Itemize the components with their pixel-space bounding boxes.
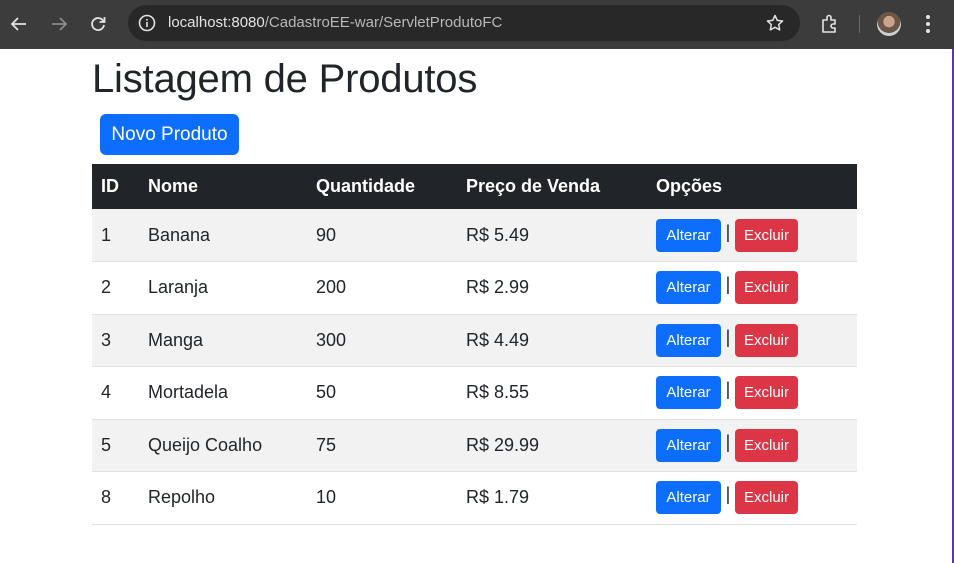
header-preco: Preço de Venda: [466, 176, 601, 196]
site-info-icon[interactable]: [138, 14, 156, 32]
cell-opcoes: Alterar | Excluir: [647, 209, 857, 262]
table-row: 4 Mortadela 50 R$ 8.55 Alterar | Excluir: [92, 366, 857, 420]
header-id: ID: [101, 176, 119, 196]
new-product-button[interactable]: Novo Produto: [100, 114, 239, 155]
cell-quantidade: 90: [316, 224, 337, 245]
header-opcoes: Opções: [656, 176, 723, 196]
cell-opcoes: Alterar | Excluir: [647, 419, 857, 472]
reload-icon[interactable]: [86, 12, 110, 36]
table-header-row: ID Nome Quantidade Preço de Venda Opções: [92, 164, 857, 209]
alterar-button[interactable]: Alterar: [656, 481, 721, 515]
cell-opcoes: Alterar | Excluir: [647, 314, 857, 367]
bookmark-star-icon[interactable]: [765, 13, 785, 33]
options-separator: |: [725, 484, 731, 505]
header-nome: Nome: [148, 176, 199, 196]
cell-nome: Repolho: [148, 487, 216, 508]
profile-avatar[interactable]: [877, 12, 901, 36]
url-path: /CadastroEE-war/ServletProdutoFC: [264, 14, 503, 31]
cell-id: 3: [101, 329, 112, 350]
excluir-button[interactable]: Excluir: [735, 323, 798, 357]
cell-id: 2: [101, 277, 112, 298]
alterar-button[interactable]: Alterar: [656, 271, 721, 305]
menu-kebab-icon[interactable]: [918, 12, 938, 36]
browser-toolbar: localhost:8080/CadastroEE-war/ServletPro…: [0, 0, 954, 49]
excluir-button[interactable]: Excluir: [735, 271, 798, 305]
cell-quantidade: 75: [316, 434, 337, 455]
table-row: 8 Repolho 10 R$ 1.79 Alterar | Excluir: [92, 471, 857, 525]
options-separator: |: [725, 326, 731, 347]
forward-arrow-icon[interactable]: [47, 12, 71, 36]
extensions-icon[interactable]: [819, 13, 841, 35]
excluir-button[interactable]: Excluir: [735, 428, 798, 462]
cell-quantidade: 10: [316, 487, 337, 508]
table-row: 2 Laranja 200 R$ 2.99 Alterar | Excluir: [92, 261, 857, 315]
cell-id: 1: [101, 224, 112, 245]
toolbar-divider: [859, 15, 860, 33]
back-arrow-icon[interactable]: [7, 12, 31, 36]
header-quantidade: Quantidade: [316, 176, 416, 196]
cell-opcoes: Alterar | Excluir: [647, 262, 857, 315]
excluir-button[interactable]: Excluir: [735, 376, 798, 410]
alterar-button[interactable]: Alterar: [656, 376, 721, 410]
address-bar[interactable]: localhost:8080/CadastroEE-war/ServletPro…: [128, 5, 800, 41]
cell-opcoes: Alterar | Excluir: [647, 367, 857, 420]
table-row: 5 Queijo Coalho 75 R$ 29.99 Alterar | Ex…: [92, 419, 857, 472]
cell-id: 5: [101, 434, 112, 455]
cell-preco: R$ 1.79: [466, 487, 530, 508]
cell-nome: Banana: [148, 224, 211, 245]
alterar-button[interactable]: Alterar: [656, 428, 721, 462]
url-text: localhost:8080/CadastroEE-war/ServletPro…: [168, 14, 502, 32]
table-row: 3 Manga 300 R$ 4.49 Alterar | Excluir: [92, 314, 857, 367]
alterar-button[interactable]: Alterar: [656, 323, 721, 357]
cell-preco: R$ 8.55: [466, 382, 530, 403]
options-separator: |: [725, 221, 731, 242]
cell-preco: R$ 4.49: [466, 329, 530, 350]
cell-nome: Manga: [148, 329, 204, 350]
options-separator: |: [725, 274, 731, 295]
page-content: Listagem de Produtos Novo Produto ID Nom…: [0, 49, 954, 563]
cell-id: 4: [101, 382, 112, 403]
cell-quantidade: 50: [316, 382, 337, 403]
cell-nome: Laranja: [148, 277, 209, 298]
cell-nome: Mortadela: [148, 382, 229, 403]
excluir-button[interactable]: Excluir: [735, 481, 798, 515]
products-table: ID Nome Quantidade Preço de Venda Opções…: [92, 164, 857, 525]
table-row: 1 Banana 90 R$ 5.49 Alterar | Excluir: [92, 209, 857, 262]
excluir-button[interactable]: Excluir: [735, 218, 798, 252]
cell-preco: R$ 29.99: [466, 434, 540, 455]
alterar-button[interactable]: Alterar: [656, 218, 721, 252]
cell-preco: R$ 5.49: [466, 224, 530, 245]
options-separator: |: [725, 379, 731, 400]
url-host: localhost:8080: [168, 14, 265, 31]
cell-nome: Queijo Coalho: [148, 434, 263, 455]
options-separator: |: [725, 431, 731, 452]
cell-id: 8: [101, 487, 112, 508]
cell-opcoes: Alterar | Excluir: [647, 472, 857, 525]
cell-quantidade: 300: [316, 329, 347, 350]
cell-quantidade: 200: [316, 277, 347, 298]
page-title: Listagem de Produtos: [92, 57, 478, 101]
cell-preco: R$ 2.99: [466, 277, 530, 298]
